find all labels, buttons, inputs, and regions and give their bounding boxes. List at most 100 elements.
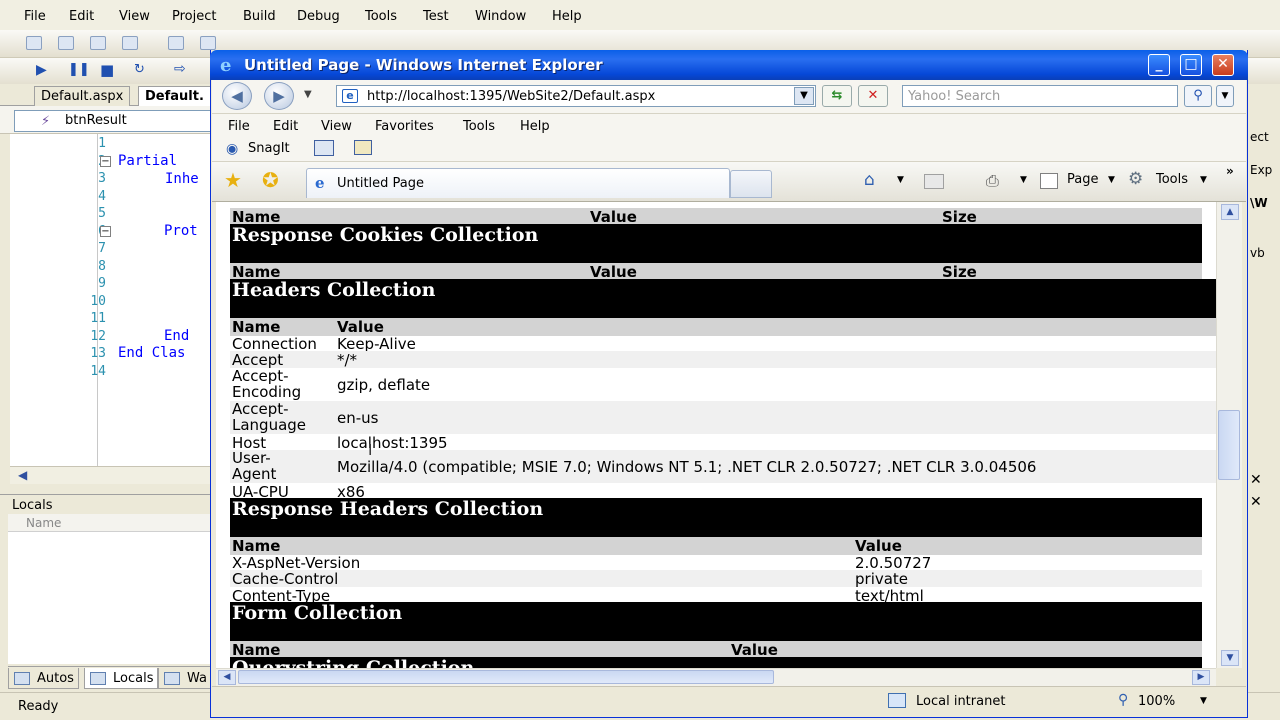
page-content: Name Value Size Response Cookies Collect… [216,202,1216,668]
close-button[interactable]: ✕ [1212,54,1234,76]
home-icon[interactable]: ⌂ [864,170,875,190]
tab-untitled-page[interactable]: e Untitled Page [306,168,730,198]
col-name: Name [232,318,281,336]
vs-menu-project[interactable]: Project [172,9,216,24]
pause-icon[interactable]: ❚❚ [68,62,90,77]
resp-cookies-title: Response Cookies Collection [230,224,1202,264]
history-dropdown-icon[interactable]: ▼ [304,89,312,100]
vs-menu-build[interactable]: Build [243,9,276,24]
vs-menu-file[interactable]: File [24,9,46,24]
tools-dropdown-icon[interactable]: ▼ [1200,175,1207,185]
play-icon[interactable]: ▶ [36,62,47,78]
table-row: Connection Keep-Alive [230,335,1216,353]
snagit-edit-icon[interactable] [354,140,372,155]
resp-header-name: Cache-Control [232,570,339,588]
restart-icon[interactable]: ↻ [134,62,145,77]
locals-panel [8,514,212,664]
scroll-down-icon[interactable]: ▼ [1221,650,1239,666]
member-dropdown[interactable]: ⚡ btnResult [14,110,212,132]
collapse-icon[interactable]: − [100,156,111,167]
line-number: 7 [98,241,106,256]
section-title: Headers Collection [232,279,436,301]
address-dropdown-icon[interactable]: ▼ [794,87,814,105]
col-name: Name [232,537,281,555]
vs-menu-tools[interactable]: Tools [365,9,397,24]
stop-button[interactable]: ✕ [858,85,888,107]
vs-menu-window[interactable]: Window [475,9,526,24]
search-options-icon[interactable]: ▼ [1216,85,1234,107]
snagit-button[interactable]: SnagIt [248,141,290,156]
scroll-right-icon[interactable]: ▶ [1192,670,1210,685]
tab-locals[interactable]: Locals [84,668,159,689]
toolbar-icon[interactable] [168,36,184,50]
vs-menu-help[interactable]: Help [552,9,582,24]
toolbar-icon[interactable] [122,36,138,50]
page-dropdown-icon[interactable]: ▼ [1108,175,1115,185]
search-icon[interactable]: ⚲ [1184,85,1212,107]
vs-menu-test[interactable]: Test [423,9,449,24]
col-value: Value [855,537,902,555]
stop-icon[interactable]: ■ [100,61,114,79]
table-row: Accept */* [230,351,1216,369]
tab-watch[interactable]: Wa [158,668,212,689]
print-icon[interactable]: ⎙ [986,171,999,191]
chevron-right-icon[interactable]: » [1226,164,1234,178]
forward-button[interactable]: ▶ [264,82,294,110]
scroll-left-icon[interactable]: ◀ [18,468,27,482]
address-input[interactable]: http://localhost:1395/WebSite2/Default.a… [336,85,816,107]
code-line-end-class: End Clas [118,345,186,361]
line-number: 8 [98,259,106,274]
step-icon[interactable]: ⇨ [174,61,186,77]
toolbar-icon[interactable] [200,36,216,50]
ie-menu-help[interactable]: Help [520,119,550,134]
locals-column-name[interactable]: Name [8,514,212,532]
scroll-up-icon[interactable]: ▲ [1221,204,1239,220]
print-dropdown-icon[interactable]: ▼ [1020,175,1027,185]
search-input[interactable]: Yahoo! Search [902,85,1178,107]
ie-menu-view[interactable]: View [321,119,352,134]
ie-menu-tools[interactable]: Tools [463,119,495,134]
close-icon[interactable]: ✕ [1250,472,1262,488]
member-dropdown-value: btnResult [65,113,127,128]
maximize-button[interactable]: □ [1180,54,1202,76]
zoom-dropdown-icon[interactable]: ▼ [1200,696,1207,706]
vs-menu-edit[interactable]: Edit [69,9,94,24]
vscroll-thumb[interactable] [1218,410,1240,480]
snagit-capture-icon[interactable] [314,140,334,156]
ie-menu-favorites[interactable]: Favorites [375,119,434,134]
page-menu-icon [1040,173,1058,189]
page-menu-button[interactable]: Page [1067,172,1098,187]
hscroll-thumb[interactable] [238,670,774,684]
header-value: en-us [337,409,379,427]
doc-tab-default-vb[interactable]: Default. [138,86,211,106]
new-tab-button[interactable] [730,170,772,198]
table-row: Accept- Language en-us [230,401,1216,434]
tab-autos[interactable]: Autos [8,668,79,689]
doc-tab-default-aspx[interactable]: Default.aspx [34,86,131,106]
toolbar-icon[interactable] [90,36,106,50]
add-favorite-icon[interactable]: ✪ [262,168,279,192]
feeds-icon[interactable] [924,174,944,189]
solution-fragment: \W [1250,196,1268,210]
home-dropdown-icon[interactable]: ▼ [897,175,904,185]
minimize-button[interactable]: _ [1148,54,1170,76]
scroll-left-icon[interactable]: ◀ [218,670,236,685]
tools-menu-button[interactable]: Tools [1156,172,1188,187]
vs-menu-debug[interactable]: Debug [297,9,340,24]
ie-menu-file[interactable]: File [228,119,250,134]
favorites-star-icon[interactable]: ★ [224,168,242,192]
collapse-icon[interactable]: − [100,226,111,237]
toolbar-icon[interactable] [26,36,42,50]
toolbar-icon[interactable] [58,36,74,50]
back-button[interactable]: ◀ [222,82,252,110]
headers-title: Headers Collection [230,279,1216,319]
editor-hscroll[interactable]: ◀ [10,466,212,484]
tab-watch-label: Wa [187,671,207,686]
vs-menu-view[interactable]: View [119,9,150,24]
resp-header-value: private [855,570,909,588]
close-icon[interactable]: ✕ [1250,494,1262,510]
ie-menu-edit[interactable]: Edit [273,119,298,134]
zoom-level[interactable]: 100% [1138,694,1175,709]
refresh-button[interactable]: ⇆ [822,85,852,107]
line-number: 4 [98,189,106,204]
